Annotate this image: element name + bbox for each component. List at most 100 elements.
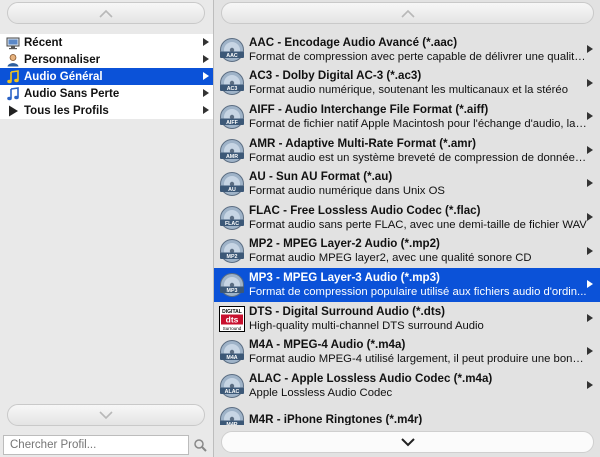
chevron-right-icon — [587, 145, 593, 154]
chevron-right-icon — [587, 45, 593, 53]
format-icon-label: MP2 — [227, 254, 238, 260]
category-scroll-down-button[interactable] — [7, 404, 205, 426]
chevron-down-icon — [99, 410, 113, 419]
format-icon-label: AC3 — [227, 86, 238, 92]
format-title: M4R - iPhone Ringtones (*.m4r) — [249, 412, 423, 425]
sidebar-item-label: Audio Général — [24, 70, 103, 83]
format-description: Format de fichier natif Apple Macintosh … — [249, 117, 587, 130]
format-scroll-up-button[interactable] — [221, 2, 594, 24]
chevron-right-icon — [587, 380, 593, 389]
format-description: Format audio numérique, soutenant les mu… — [249, 84, 568, 97]
format-description: Format audio MPEG layer2, avec une quali… — [249, 252, 532, 265]
format-item[interactable]: FLAC FLAC - Free Lossless Audio Codec (*.… — [214, 201, 600, 235]
format-title: DTS - Digital Surround Audio (*.dts) — [249, 304, 446, 318]
ac3-icon: AC3 — [218, 69, 246, 97]
chevron-up-icon — [99, 9, 113, 18]
format-title: FLAC - Free Lossless Audio Codec (*.flac… — [249, 203, 481, 217]
format-title: AMR - Adaptive Multi-Rate Format (*.amr) — [249, 136, 476, 150]
format-title: MP3 - MPEG Layer-3 Audio (*.mp3) — [249, 270, 440, 284]
mp2-icon: MP2 — [218, 237, 246, 265]
format-description: Format audio numérique dans Unix OS — [249, 185, 445, 198]
sidebar-item-label: Personnaliser — [24, 53, 101, 66]
user-icon — [6, 53, 20, 67]
format-text: AIFF - Audio Interchange File Format (*.… — [249, 102, 587, 132]
chevron-right-icon — [203, 55, 209, 63]
format-description: Format audio MPEG-4 utilisé largement, i… — [249, 353, 587, 366]
format-text: M4R - iPhone Ringtones (*.m4r) — [249, 412, 587, 425]
format-icon-label: AMR — [226, 153, 238, 159]
format-description: Format de compression avec perte capable… — [249, 50, 587, 63]
dts-logo-icon: DIGITAL dts Surround — [218, 305, 246, 333]
format-description: Format audio sans perte FLAC, avec une d… — [249, 218, 587, 231]
category-list: Récent Personnaliser Audio Général Audio… — [0, 34, 213, 119]
format-item[interactable]: MP2 MP2 - MPEG Layer-2 Audio (*.mp2) Forma… — [214, 235, 600, 269]
format-item[interactable]: AIFF AIFF - Audio Interchange File Format… — [214, 100, 600, 134]
format-description: Apple Lossless Audio Codec — [249, 386, 393, 399]
music-note-icon — [6, 86, 20, 101]
chevron-right-icon — [587, 78, 593, 87]
format-pane: AAC AAC - Encodage Audio Avancé (*.aac) Fo… — [213, 0, 600, 457]
format-text: FLAC - Free Lossless Audio Codec (*.flac… — [249, 203, 587, 233]
chevron-down-icon — [400, 437, 415, 446]
play-triangle-icon — [6, 104, 20, 118]
format-title: MP2 - MPEG Layer-2 Audio (*.mp2) — [249, 237, 440, 251]
chevron-right-icon — [587, 212, 593, 221]
format-item[interactable]: MP3 MP3 - MPEG Layer-3 Audio (*.mp3) Forma… — [214, 268, 600, 302]
sidebar-item-label: Tous les Profils — [24, 104, 109, 117]
music-note-icon — [6, 69, 20, 84]
format-text: AU - Sun AU Format (*.au) Format audio nu… — [249, 169, 587, 199]
format-item[interactable]: DIGITAL dts Surround DTS - Digital Surround… — [214, 302, 600, 336]
format-text: AAC - Encodage Audio Avancé (*.aac) Forma… — [249, 35, 587, 65]
sidebar-item-label: Récent — [24, 36, 63, 49]
format-item[interactable]: AMR AMR - Adaptive Multi-Rate Format (*.a… — [214, 134, 600, 168]
format-text: ALAC - Apple Lossless Audio Codec (*.m4a… — [249, 371, 587, 401]
amr-icon: AMR — [218, 137, 246, 165]
format-text: DTS - Digital Surround Audio (*.dts) High… — [249, 304, 587, 334]
format-item[interactable]: AAC AAC - Encodage Audio Avancé (*.aac) Fo… — [214, 33, 600, 67]
sidebar-item-general-audio[interactable]: Audio Général — [0, 68, 213, 85]
category-pane: Récent Personnaliser Audio Général Audio… — [0, 0, 213, 457]
category-scroll-up-button[interactable] — [7, 2, 205, 24]
search-profile-input[interactable] — [3, 435, 189, 455]
format-item[interactable]: M4R M4R - iPhone Ringtones (*.m4r) — [214, 403, 600, 425]
format-icon-label: FLAC — [225, 221, 239, 227]
sidebar-item-recent[interactable]: Récent — [0, 34, 213, 51]
chevron-right-icon — [587, 280, 593, 289]
format-description: High-quality multi-channel DTS surround … — [249, 319, 484, 332]
format-list: AAC AAC - Encodage Audio Avancé (*.aac) Fo… — [214, 33, 600, 425]
sidebar-item-all-profiles[interactable]: Tous les Profils — [0, 102, 213, 119]
format-item[interactable]: AU AU - Sun AU Format (*.au) Format audio … — [214, 167, 600, 201]
format-icon-label: ALAC — [225, 389, 240, 395]
chevron-right-icon — [587, 347, 593, 356]
dts-logo-mid-text: dts — [226, 314, 239, 324]
format-icon-label: AAC — [226, 53, 238, 59]
format-title: M4A - MPEG-4 Audio (*.m4a) — [249, 338, 406, 352]
format-text: AMR - Adaptive Multi-Rate Format (*.amr)… — [249, 136, 587, 166]
format-title: AIFF - Audio Interchange File Format (*.… — [249, 102, 489, 116]
m4r-icon: M4R — [218, 405, 246, 425]
format-item[interactable]: ALAC ALAC - Apple Lossless Audio Codec (*… — [214, 369, 600, 403]
format-item[interactable]: AC3 AC3 - Dolby Digital AC-3 (*.ac3) Forma… — [214, 67, 600, 101]
format-icon-label: AU — [228, 187, 236, 193]
format-icon-label: M4R — [226, 422, 237, 425]
chevron-right-icon — [587, 112, 593, 121]
format-text: MP2 - MPEG Layer-2 Audio (*.mp2) Format a… — [249, 236, 587, 266]
sidebar-item-custom[interactable]: Personnaliser — [0, 51, 213, 68]
format-text: MP3 - MPEG Layer-3 Audio (*.mp3) Format d… — [249, 270, 587, 300]
search-icon[interactable] — [193, 438, 209, 452]
format-text: M4A - MPEG-4 Audio (*.m4a) Format audio M… — [249, 337, 587, 367]
chevron-right-icon — [587, 313, 593, 322]
alac-icon: ALAC — [218, 372, 246, 400]
chevron-right-icon — [587, 179, 593, 188]
chevron-up-icon — [400, 9, 415, 18]
au-icon: AU — [218, 170, 246, 198]
format-item[interactable]: M4A M4A - MPEG-4 Audio (*.m4a) Format audi… — [214, 335, 600, 369]
mp3-icon: MP3 — [218, 271, 246, 299]
format-text: AC3 - Dolby Digital AC-3 (*.ac3) Format a… — [249, 68, 587, 98]
format-description: Format de compression populaire utilisé … — [249, 285, 587, 298]
format-scroll-down-button[interactable] — [221, 431, 594, 453]
aiff-icon: AIFF — [218, 103, 246, 131]
format-description: Format audio est un système breveté de c… — [249, 151, 587, 164]
aac-icon: AAC — [218, 36, 246, 64]
sidebar-item-lossless-audio[interactable]: Audio Sans Perte — [0, 85, 213, 102]
